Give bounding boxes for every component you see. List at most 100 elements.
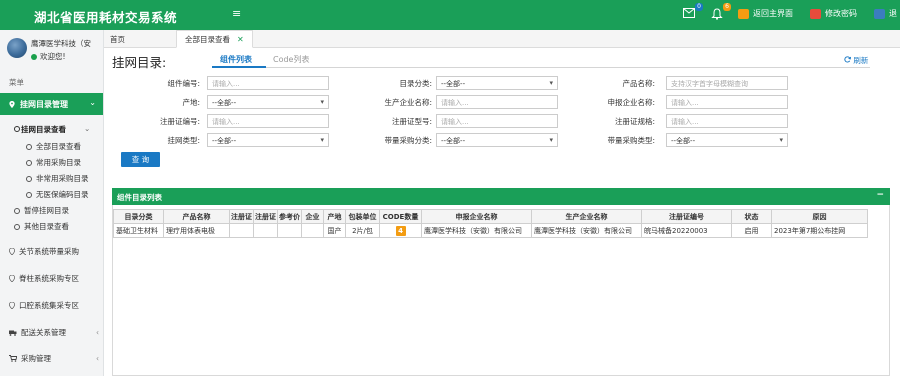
reg-no-input[interactable]: 请输入... [207, 114, 329, 128]
circle-icon [26, 159, 32, 166]
refresh-button[interactable]: 刷新 [844, 55, 868, 66]
column-header[interactable]: 注册证 [253, 209, 278, 224]
sidebar-item-suspended-catalog[interactable]: 暂停挂网目录 [14, 205, 69, 216]
chevron-down-icon: ▾ [779, 136, 783, 144]
sidebar-item-common-catalog[interactable]: 常用采购目录 [26, 157, 81, 168]
bell-count-badge: 6 [723, 3, 731, 11]
component-no-input[interactable]: 请输入... [207, 76, 329, 90]
circle-icon [26, 143, 32, 150]
origin-label: 产地: [182, 98, 200, 107]
sidebar-item-other-catalog[interactable]: 其他目录查看 [14, 221, 69, 232]
column-header[interactable]: 原因 [771, 209, 868, 224]
subtab-code-list[interactable]: Code列表 [273, 54, 309, 65]
applicant-input[interactable]: 请输入... [666, 95, 788, 109]
sidebar-item-label: 口腔系统集采专区 [19, 301, 79, 310]
cell-reason: 2023年第7期公布挂网 [771, 223, 868, 238]
cell-manufacturer: 鹰潭医学科技（安徽）有限公司 [531, 223, 642, 238]
subtab-component-list[interactable]: 组件列表 [220, 54, 252, 65]
sidebar-subgroup-catalog-view[interactable]: 挂网目录查看 ⌄ [14, 124, 90, 135]
column-header[interactable]: 注册证 [229, 209, 254, 224]
change-password-link[interactable]: 修改密码 [810, 8, 857, 19]
mail-icon[interactable]: 0 [683, 3, 703, 21]
catalog-class-select[interactable]: --全部-- ▾ [436, 76, 558, 90]
cell-reg-cert-1 [229, 223, 254, 238]
sidebar-item-uncommon-catalog[interactable]: 非常用采购目录 [26, 173, 89, 184]
sidebar-item-delivery-relations[interactable]: 配送关系管理 ‹ [9, 327, 99, 338]
chevron-down-icon: ▾ [320, 136, 324, 144]
cell-pack-unit: 2片/包 [345, 223, 380, 238]
sidebar-item-label: 全部目录查看 [36, 142, 81, 151]
circle-icon [26, 175, 32, 182]
sidebar-item-label: 常用采购目录 [36, 158, 81, 167]
results-panel-title: 组件目录列表 [117, 193, 162, 202]
results-panel-header: 组件目录列表 − [112, 188, 890, 205]
column-header[interactable]: 包装单位 [345, 209, 380, 224]
column-header[interactable]: 生产企业名称 [531, 209, 642, 224]
column-header[interactable]: 注册证编号 [641, 209, 732, 224]
reg-spec-input[interactable]: 请输入... [666, 114, 788, 128]
results-table: 目录分类 产品名称 注册证 注册证 参考价 企业 产地 包装单位 CODE数量 … [113, 209, 868, 238]
exit-label: 退 [889, 9, 897, 18]
sidebar-item-all-catalog[interactable]: 全部目录查看 [26, 141, 81, 152]
code-count-badge[interactable]: 4 [395, 225, 406, 236]
exit-link[interactable]: 退 [874, 8, 897, 19]
cell-status: 启用 [731, 223, 772, 238]
column-header[interactable]: 参考价 [277, 209, 302, 224]
listing-type-select[interactable]: --全部-- ▾ [207, 133, 329, 147]
manufacturer-input[interactable]: 请输入... [436, 95, 558, 109]
sidebar-item-label: 无医保编码目录 [36, 190, 89, 199]
refresh-icon [844, 56, 851, 63]
sidebar-item-purchase-management[interactable]: 采购管理 ‹ [9, 353, 99, 364]
vbp-type-value: --全部-- [671, 137, 696, 145]
tab-all-catalog[interactable]: 全部目录查看 ✕ [176, 30, 253, 48]
chevron-down-icon: ▾ [549, 79, 553, 87]
sidebar-subgroup-label: 挂网目录查看 [21, 125, 66, 134]
column-header[interactable]: 状态 [731, 209, 772, 224]
circle-icon [14, 126, 20, 132]
listing-type-value: --全部-- [212, 137, 237, 145]
avatar [7, 38, 27, 58]
cell-catalog-class: 基础卫生材料 [113, 223, 164, 238]
table-row[interactable]: 基础卫生材料 理疗用体表电极 国产 2片/包 4 鹰潭医学科技（安徽）有限公司 … [113, 223, 868, 238]
vbp-type-select[interactable]: --全部-- ▾ [666, 133, 788, 147]
subtab-divider [266, 67, 870, 68]
location-pin-icon [9, 302, 15, 309]
vbp-class-label: 带量采购分类: [384, 136, 432, 145]
exit-icon [874, 8, 885, 19]
collapse-button[interactable]: − [876, 190, 884, 200]
back-to-home-link[interactable]: 返回主界面 [738, 8, 793, 19]
chevron-left-icon: ‹ [96, 354, 99, 363]
close-icon[interactable]: ✕ [237, 35, 244, 44]
column-header[interactable]: 企业 [301, 209, 324, 224]
column-header[interactable]: 产品名称 [163, 209, 230, 224]
sidebar-item-no-insurance-code[interactable]: 无医保编码目录 [26, 189, 89, 200]
query-button[interactable]: 查 询 [121, 152, 160, 167]
user-name: 鹰潭医学科技（安 [31, 39, 91, 48]
origin-select[interactable]: --全部-- ▾ [207, 95, 329, 109]
sidebar-item-joint-vbp[interactable]: 关节系统带量采购 [9, 246, 99, 257]
column-header[interactable]: 申报企业名称 [421, 209, 532, 224]
origin-value: --全部-- [212, 99, 237, 107]
sidebar-item-spine-purchase[interactable]: 脊柱系统采购专区 [9, 273, 99, 284]
menu-toggle-button[interactable]: ≡ [232, 7, 241, 20]
column-header[interactable]: 目录分类 [113, 209, 164, 224]
subtab-underline [212, 66, 266, 68]
sidebar-item-catalog-management[interactable]: 挂网目录管理 ⌄ [0, 93, 103, 115]
cell-ref-price [277, 223, 302, 238]
product-name-input[interactable]: 支持汉字首字母模糊查询 [666, 76, 788, 90]
cell-enterprise [301, 223, 324, 238]
sidebar-item-dental-purchase[interactable]: 口腔系统集采专区 [9, 300, 99, 311]
top-bar: 湖北省医用耗材交易系统 ≡ 0 6 返回主界面 修改密码 退 [0, 0, 900, 30]
tab-home[interactable]: 首页 [110, 34, 125, 45]
mail-count-badge: 0 [695, 3, 703, 11]
reg-model-input[interactable]: 请输入... [436, 114, 558, 128]
user-status: 欢迎您! [31, 51, 66, 62]
column-header[interactable]: 产地 [323, 209, 346, 224]
cell-origin: 国产 [323, 223, 346, 238]
sidebar-item-label: 关节系统带量采购 [19, 247, 79, 256]
chevron-down-icon: ▾ [320, 98, 324, 106]
bell-icon[interactable]: 6 [711, 3, 731, 21]
column-header[interactable]: CODE数量 [379, 209, 422, 224]
vbp-class-select[interactable]: --全部-- ▾ [436, 133, 558, 147]
user-status-text: 欢迎您! [40, 52, 66, 61]
